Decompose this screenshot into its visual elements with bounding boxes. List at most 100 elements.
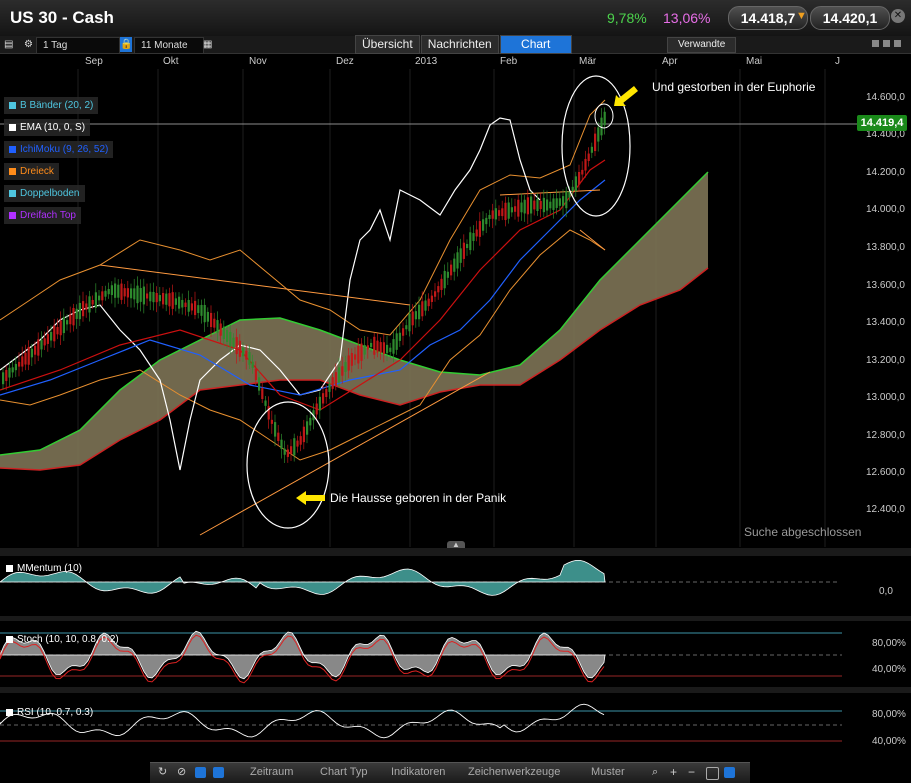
candle-body	[194, 300, 197, 316]
candle-body	[114, 283, 117, 298]
candle-body	[187, 299, 190, 312]
menu-zeitraum[interactable]: Zeitraum	[250, 766, 293, 778]
candle-body	[354, 354, 357, 360]
clear-icon[interactable]: ⊘	[177, 767, 188, 778]
zoom-in-icon[interactable]: +	[670, 766, 681, 778]
candle-body	[171, 292, 174, 309]
candle-body	[462, 242, 465, 259]
candle-body	[338, 367, 341, 383]
tab-uebersicht[interactable]: Übersicht	[355, 35, 420, 54]
pencil-icon[interactable]	[195, 767, 206, 778]
stoch-label: Stoch (10, 10, 0.8, 0.2)	[6, 634, 119, 645]
tab-chart[interactable]: Chart	[499, 35, 572, 54]
candle-body	[72, 307, 75, 326]
legend-ema[interactable]: EMA (10, 0, S)	[4, 119, 91, 136]
legend-dreieck[interactable]: Dreieck	[4, 163, 59, 180]
y-axis-label: 14.200,0	[866, 167, 905, 178]
menu-muster[interactable]: Muster	[591, 766, 625, 778]
price-chart[interactable]	[0, 69, 911, 547]
month-label: Mär	[579, 56, 597, 67]
candle-body	[456, 252, 459, 269]
candle-body	[578, 171, 581, 185]
legend-ichimoku[interactable]: IchiMoku (9, 26, 52)	[4, 141, 114, 158]
related-button[interactable]: Verwandte	[667, 37, 737, 53]
lock-icon[interactable]: 🔒	[120, 37, 132, 52]
candle-body	[427, 298, 430, 307]
gear-icon[interactable]: ⚙	[24, 37, 33, 52]
rsi-y-label: 80,00%	[872, 709, 906, 720]
candle-body	[226, 330, 229, 342]
maximize-icon[interactable]	[894, 40, 901, 47]
y-axis-label: 13.800,0	[866, 242, 905, 253]
candle-body	[50, 331, 53, 341]
export-icon[interactable]	[724, 767, 735, 778]
candle-body	[347, 355, 350, 371]
target-line	[579, 229, 606, 251]
menu-chart-typ[interactable]: Chart Typ	[320, 766, 368, 778]
candle-body	[597, 127, 600, 142]
candle-body	[318, 396, 321, 411]
candle-body	[603, 111, 606, 126]
candle-body	[248, 352, 251, 365]
momentum-panel	[0, 560, 840, 596]
menu-indikatoren[interactable]: Indikatoren	[391, 766, 445, 778]
y-axis-label: 13.600,0	[866, 280, 905, 291]
candle-body	[261, 388, 264, 400]
candle-body	[558, 198, 561, 206]
search-icon[interactable]: ⌕	[652, 767, 663, 778]
tab-nachrichten[interactable]: Nachrichten	[420, 35, 499, 54]
candle-body	[523, 199, 526, 214]
menu-zeichenwerkzeuge[interactable]: Zeichenwerkzeuge	[468, 766, 560, 778]
list-icon[interactable]: ▤	[4, 37, 13, 52]
candle-body	[264, 400, 267, 406]
momentum-area	[0, 560, 606, 596]
candle-body	[334, 372, 337, 386]
refresh-icon[interactable]: ↻	[158, 767, 169, 778]
legend-swatch	[9, 123, 16, 131]
range-select[interactable]: 11 Monate	[134, 37, 204, 54]
y-axis-label: 13.000,0	[866, 392, 905, 403]
candle-body	[277, 432, 280, 441]
candle-body	[34, 345, 37, 355]
candle-body	[37, 339, 40, 356]
month-label: 2013	[415, 56, 438, 67]
candle-body	[504, 202, 507, 221]
interval-select[interactable]: 1 Tag	[36, 37, 120, 54]
candle-body	[8, 367, 11, 378]
momentum-y-label: 0,0	[879, 586, 893, 597]
close-icon[interactable]: ✕	[891, 9, 905, 23]
candle-body	[98, 295, 101, 301]
legend-swatch	[6, 635, 13, 643]
zoom-out-icon[interactable]: −	[688, 766, 699, 778]
restore-icon[interactable]	[883, 40, 890, 47]
candle-body	[130, 288, 133, 299]
candle-body	[158, 295, 161, 302]
legend-label: EMA (10, 0, S)	[20, 122, 86, 133]
candle-body	[574, 176, 577, 191]
candle-body	[488, 214, 491, 220]
candle-body	[146, 293, 149, 299]
candle-body	[552, 198, 555, 210]
candle-body	[274, 422, 277, 437]
sort-icon[interactable]	[213, 767, 224, 778]
rsi-label-text: RSI (10, 0.7, 0.3)	[17, 707, 94, 718]
candle-body	[405, 325, 408, 330]
candle-body	[126, 288, 129, 298]
ask-price-button[interactable]: 14.420,1	[810, 6, 890, 30]
candle-body	[350, 352, 353, 366]
minimize-icon[interactable]	[872, 40, 879, 47]
candle-body	[24, 352, 27, 365]
legend-doppelboden[interactable]: Doppelboden	[4, 185, 85, 202]
legend-dreifach-top[interactable]: Dreifach Top	[4, 207, 81, 224]
month-label: Sep	[85, 56, 103, 67]
candle-body	[472, 233, 475, 241]
candle-body	[360, 343, 363, 361]
fullscreen-icon[interactable]	[706, 767, 719, 780]
legend-swatch	[9, 145, 16, 153]
month-label: J	[835, 56, 840, 67]
calendar-icon[interactable]: ▦	[203, 37, 212, 52]
candle-body	[539, 200, 542, 210]
candle-body	[56, 326, 59, 335]
candle-body	[562, 196, 565, 206]
legend-bollinger[interactable]: B Bänder (20, 2)	[4, 97, 99, 114]
